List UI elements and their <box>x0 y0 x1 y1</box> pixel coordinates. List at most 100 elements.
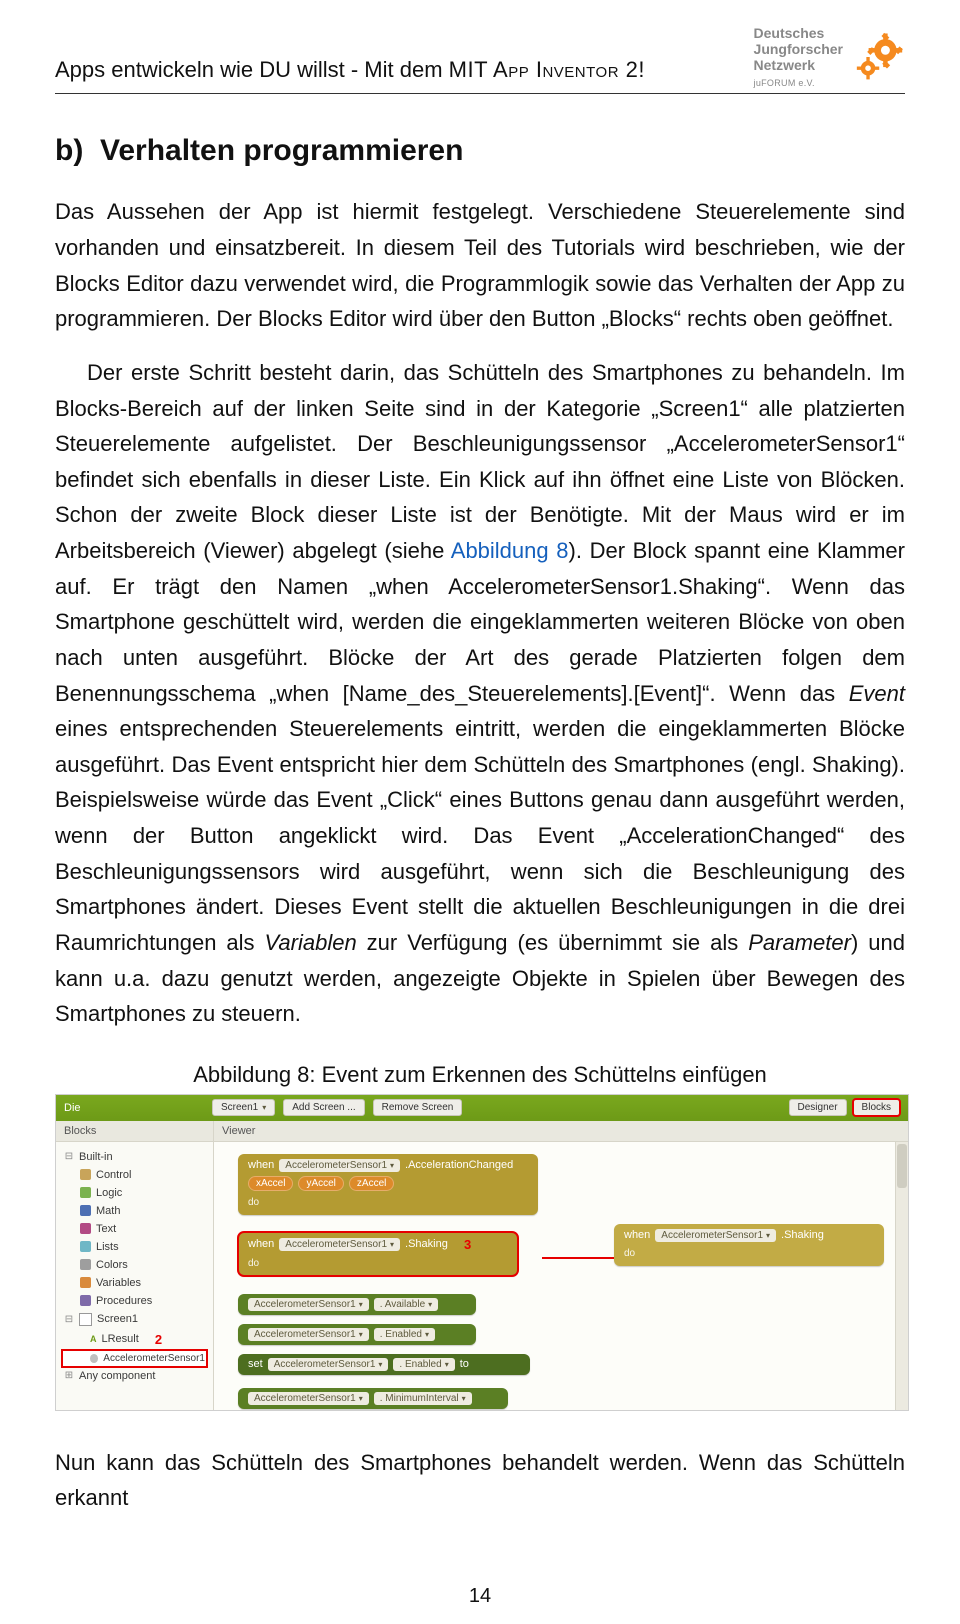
procedures-label: Procedures <box>96 1295 152 1307</box>
para2-post2: eines entsprechenden Steuerelements eint… <box>55 716 905 955</box>
block-enabled-set[interactable]: set AccelerometerSensor1▾ . Enabled▾ to <box>238 1354 530 1375</box>
logic-label: Logic <box>96 1187 122 1199</box>
kw-when: when <box>248 1159 274 1171</box>
header-title-sc: MIT App Inventor 2! <box>449 57 645 82</box>
colors-icon <box>80 1259 91 1270</box>
prop-avail: . Available <box>380 1299 425 1310</box>
anycomp-label: Any component <box>79 1370 155 1382</box>
para2-post3: zur Verfügung (es übernimmt sie als <box>357 930 749 955</box>
block-tree: ⊟Built-in Control Logic Math Text Lists … <box>56 1142 213 1393</box>
pill-x: xAccel <box>248 1176 293 1191</box>
block-minimuminterval[interactable]: AccelerometerSensor1▾ . MinimumInterval▾ <box>238 1388 508 1409</box>
prop-enabled: . Enabled <box>380 1329 422 1340</box>
ev-shaking1: .Shaking <box>405 1238 448 1250</box>
block-enabled-get[interactable]: AccelerometerSensor1▾ . Enabled▾ <box>238 1324 476 1345</box>
header-title-pre: Apps entwickeln wie DU willst - Mit dem <box>55 57 449 82</box>
lists-label: Lists <box>96 1241 119 1253</box>
para2-pre: Der erste Schritt besteht darin, das Sch… <box>55 360 905 563</box>
math-icon <box>80 1205 91 1216</box>
designer-button[interactable]: Designer <box>789 1099 847 1116</box>
control-icon <box>80 1169 91 1180</box>
cat-math[interactable]: Math <box>62 1202 207 1220</box>
para2-post: ). Der Block spannt eine Klammer auf. Er… <box>55 538 905 706</box>
add-screen-button[interactable]: Add Screen ... <box>283 1099 364 1116</box>
kw-when3: when <box>624 1229 650 1241</box>
viewer-title: Viewer <box>214 1121 908 1142</box>
logic-icon <box>80 1187 91 1198</box>
control-label: Control <box>96 1169 131 1181</box>
cat-colors[interactable]: Colors <box>62 1256 207 1274</box>
prop-min: . MinimumInterval <box>380 1393 459 1404</box>
cat-control[interactable]: Control <box>62 1166 207 1184</box>
slot-comp5: AccelerometerSensor1 <box>254 1329 356 1340</box>
logo-sub: juFORUM e.V. <box>754 78 815 88</box>
builtin-label: Built-in <box>79 1151 113 1163</box>
para2-event: Event <box>849 681 905 706</box>
screen-icon <box>79 1313 92 1326</box>
header-title: Apps entwickeln wie DU willst - Mit dem … <box>55 57 645 89</box>
ev-shaking2: .Shaking <box>781 1229 824 1241</box>
header-rule <box>55 93 905 94</box>
cat-variables[interactable]: Variables <box>62 1274 207 1292</box>
slot-comp7: AccelerometerSensor1 <box>254 1393 356 1404</box>
annotation-2: 2 <box>155 1332 162 1347</box>
cat-lists[interactable]: Lists <box>62 1238 207 1256</box>
viewer-scrollbar[interactable] <box>895 1142 908 1410</box>
slot-comp2: AccelerometerSensor1 <box>285 1239 387 1250</box>
para-2: Der erste Schritt besteht darin, das Sch… <box>55 355 905 1032</box>
logo-line1: Deutsches <box>754 25 825 41</box>
block-when-shaking-placed[interactable]: when AccelerometerSensor1▾ .Shaking do <box>614 1224 884 1266</box>
lists-icon <box>80 1241 91 1252</box>
screen-dropdown[interactable]: Screen1 ▾ <box>212 1099 275 1116</box>
sidebar: Blocks ⊟Built-in Control Logic Math Text… <box>56 1121 214 1410</box>
do3: do <box>624 1248 874 1259</box>
body-text: Das Aussehen der App ist hiermit festgel… <box>55 194 905 1031</box>
cat-text[interactable]: Text <box>62 1220 207 1238</box>
scrollbar-thumb[interactable] <box>897 1144 907 1188</box>
kw-to: to <box>460 1358 469 1370</box>
slot-comp1: AccelerometerSensor1 <box>285 1160 387 1171</box>
para-1: Das Aussehen der App ist hiermit festgel… <box>55 194 905 337</box>
tree-anycomponent[interactable]: ⊞Any component <box>62 1367 207 1385</box>
prop-enabled2: . Enabled <box>399 1359 441 1370</box>
block-when-accelerationchanged[interactable]: when AccelerometerSensor1▾ .Acceleration… <box>238 1154 538 1215</box>
kw-set: set <box>248 1358 263 1370</box>
text-label: Text <box>96 1223 116 1235</box>
block-when-shaking-flyout[interactable]: when AccelerometerSensor1▾ .Shaking 3 do <box>238 1232 518 1276</box>
tree-screen1[interactable]: ⊟Screen1 <box>62 1310 207 1329</box>
lresult-label: LResult <box>102 1333 139 1345</box>
slot-comp3: AccelerometerSensor1 <box>661 1230 763 1241</box>
cog-icon <box>849 29 905 85</box>
para2-param: Parameter <box>748 930 851 955</box>
do2: do <box>248 1258 508 1269</box>
blocks-button[interactable]: Blocks <box>853 1099 900 1116</box>
tree-builtin[interactable]: ⊟Built-in <box>62 1148 207 1166</box>
slot-comp4: AccelerometerSensor1 <box>254 1299 356 1310</box>
cat-procedures[interactable]: Procedures <box>62 1292 207 1310</box>
para2-vars: Variablen <box>265 930 357 955</box>
window-title: Die <box>64 1102 204 1114</box>
screenshot: Die Screen1 ▾ Add Screen ... Remove Scre… <box>55 1094 909 1411</box>
tree-lresult[interactable]: ALResult 2 <box>62 1329 207 1350</box>
screen-dropdown-label: Screen1 <box>221 1102 258 1113</box>
slot-comp6: AccelerometerSensor1 <box>274 1359 376 1370</box>
logo-line3: Netzwerk <box>754 57 815 73</box>
sensor-icon <box>90 1354 98 1363</box>
text-icon <box>80 1223 91 1234</box>
viewer-panel: Viewer when AccelerometerSensor1▾ .Accel… <box>214 1121 908 1410</box>
pill-z: zAccel <box>349 1176 394 1191</box>
block-available[interactable]: AccelerometerSensor1▾ . Available▾ <box>238 1294 476 1315</box>
page-number: 14 <box>0 1585 960 1608</box>
fig-link[interactable]: Abbildung 8 <box>451 538 569 563</box>
variables-label: Variables <box>96 1277 141 1289</box>
logo-text: Deutsches Jungforscher Netzwerk juFORUM … <box>754 25 843 89</box>
section-heading: b) Verhalten programmieren <box>55 134 905 168</box>
remove-screen-button[interactable]: Remove Screen <box>373 1099 463 1116</box>
math-label: Math <box>96 1205 120 1217</box>
tree-accel[interactable]: AccelerometerSensor1 <box>62 1350 207 1367</box>
logo: Deutsches Jungforscher Netzwerk juFORUM … <box>754 25 905 89</box>
pill-y: yAccel <box>298 1176 343 1191</box>
do1: do <box>248 1197 528 1208</box>
cat-logic[interactable]: Logic <box>62 1184 207 1202</box>
worksheet[interactable]: when AccelerometerSensor1▾ .Acceleration… <box>214 1142 908 1410</box>
